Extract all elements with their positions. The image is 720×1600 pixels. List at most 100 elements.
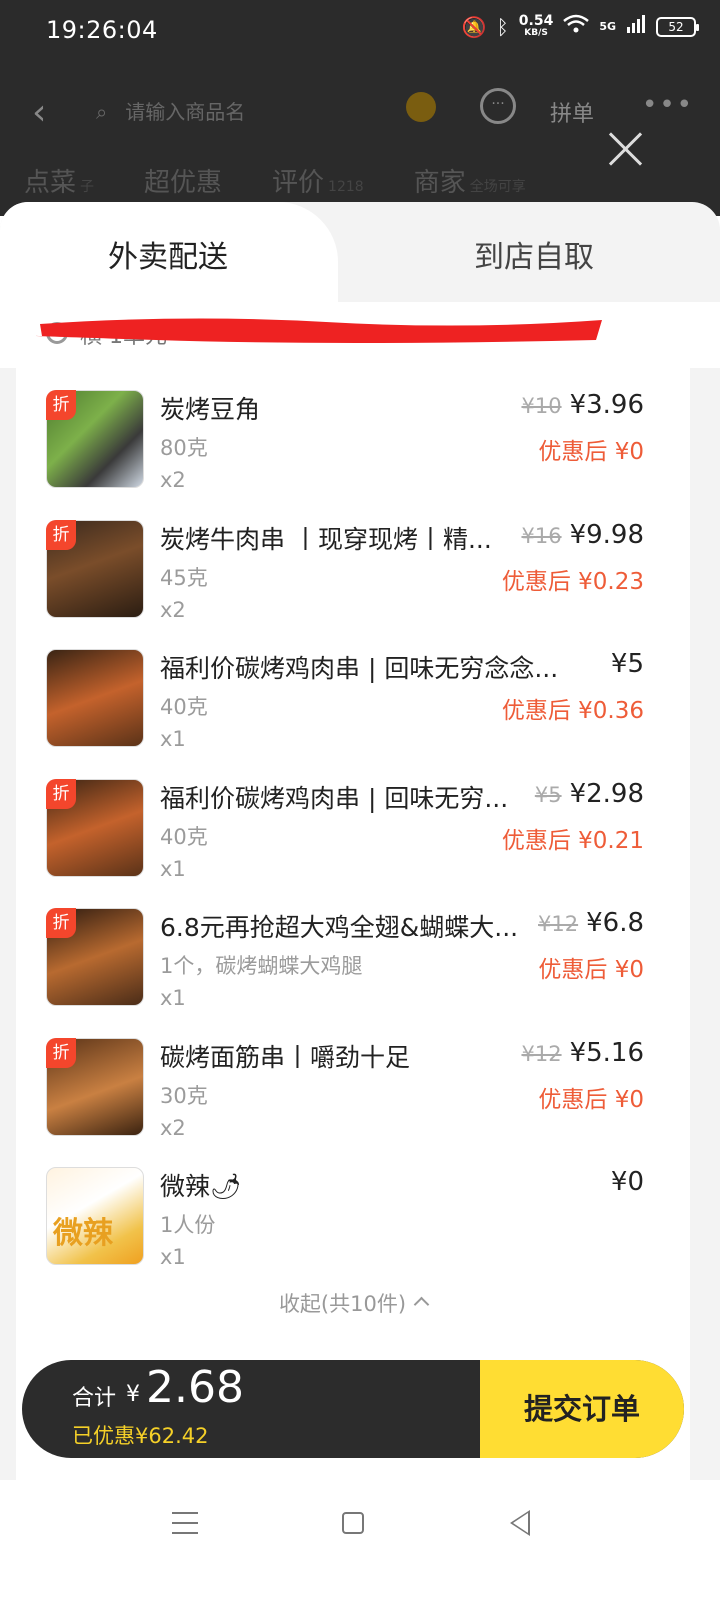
item-spec: 45克 [160, 565, 208, 590]
background-tabs: 点菜子 超优惠 评价 1218 商家 全场可享 [24, 162, 526, 199]
item-thumbnail: 微辣 [46, 1167, 144, 1265]
submit-order-button[interactable]: 提交订单 [480, 1360, 684, 1458]
list-item: 折 6.8元再抢超大鸡全翅&蝴蝶大... 1个，碳烤蝴蝶大鸡腿 x1 ¥12 ¥6… [16, 886, 690, 1016]
total-label: 合计 [72, 1386, 117, 1411]
item-prices: ¥12 ¥5.16 [521, 1038, 644, 1068]
discount-badge: 折 [46, 778, 76, 809]
item-spec: 30克 [160, 1083, 208, 1108]
bg-tab-merchant: 商家 全场可享 [413, 168, 526, 198]
delivery-tabs: 到店自取 外卖配送 [0, 202, 720, 312]
item-name: 炭烤牛肉串 丨现穿现烤丨精... [160, 524, 492, 554]
discount-badge: 折 [46, 1037, 76, 1068]
list-item: 折 碳烤面筋串丨嚼劲十足 30克 x2 ¥12 ¥5.16 优惠后 ¥0 [16, 1016, 690, 1146]
item-name: 6.8元再抢超大鸡全翅&蝴蝶大... [160, 913, 519, 942]
item-spec: 40克 [160, 824, 208, 849]
current-price: ¥5.16 [569, 1037, 644, 1068]
current-price: ¥3.96 [569, 390, 644, 420]
list-item: 折 福利价碳烤鸡肉串 | 回味无穷... 40克 x1 ¥5 ¥2.98 优惠后 … [16, 757, 690, 887]
network-type: 5G [599, 20, 616, 33]
current-price: ¥2.98 [569, 778, 644, 809]
item-qty: x1 [160, 986, 186, 1010]
list-item: 微辣 微辣🌶 1人份 x1 ¥0 [16, 1145, 690, 1275]
item-spec: 1个，碳烤蝴蝶大鸡腿 [160, 954, 363, 978]
after-discount-price: 优惠后 ¥0 [538, 439, 644, 465]
address-row[interactable]: 横 1单元 [0, 302, 720, 368]
item-name: 福利价碳烤鸡肉串 | 回味无穷念念... [160, 654, 559, 683]
discount-badge: 折 [46, 908, 76, 938]
list-item: 折 炭烤豆角 80克 x2 ¥10 ¥3.96 优惠后 ¥0 [16, 368, 690, 498]
original-price: ¥10 [521, 394, 562, 418]
item-qty: x1 [160, 1245, 186, 1269]
home-icon[interactable] [342, 1512, 364, 1534]
item-prices: ¥0 [611, 1167, 644, 1197]
saved-amount: 已优惠¥62.42 [72, 1424, 209, 1448]
item-qty: x2 [160, 1115, 186, 1140]
bg-tab-order: 点菜子 [24, 168, 95, 198]
item-name: 福利价碳烤鸡肉串 | 回味无穷... [160, 783, 509, 813]
search-icon: ⌕ [96, 100, 108, 124]
item-name: 碳烤面筋串丨嚼劲十足 [160, 1042, 411, 1072]
original-price: ¥12 [521, 1041, 562, 1066]
back-arrow-icon: ‹ [32, 92, 47, 133]
chevron-up-icon [413, 1296, 430, 1313]
total-amount: 2.68 [146, 1362, 244, 1413]
item-qty: x2 [160, 597, 186, 622]
original-price: ¥12 [538, 912, 579, 936]
item-prices: ¥10 ¥3.96 [521, 390, 644, 420]
discount-badge: 折 [46, 519, 76, 550]
after-discount-price: 优惠后 ¥0.36 [501, 698, 644, 724]
discount-badge: 折 [46, 390, 76, 420]
current-price: ¥0 [610, 1167, 644, 1197]
item-spec: 40克 [160, 695, 208, 719]
current-price: ¥9.98 [569, 519, 644, 550]
list-item: 折 炭烤牛肉串 丨现穿现烤丨精... 45克 x2 ¥16 ¥9.98 优惠后 ¥… [16, 498, 690, 628]
close-icon[interactable] [608, 130, 644, 166]
redaction-scribble [36, 318, 602, 343]
bluetooth-icon: ᛒ [496, 14, 509, 39]
status-icons: 🔕 ᛒ 0.54 KB/S 5G 52 [461, 12, 699, 39]
thumbnail-label: 微辣 [53, 1216, 113, 1251]
checkout-bar: 合计 ¥ 2.68 已优惠¥62.42 提交订单 [22, 1360, 684, 1458]
item-spec: 80克 [160, 436, 208, 460]
message-icon: ··· [480, 88, 516, 124]
favorite-icon [406, 92, 436, 122]
battery-icon: 52 [656, 16, 699, 37]
item-prices: ¥12 ¥6.8 [538, 908, 644, 938]
bg-tab-reviews: 评价 1218 [272, 168, 364, 198]
order-sheet: 到店自取 外卖配送 横 1单元 折 炭烤豆角 80克 x2 ¥10 ¥3.96 优… [0, 202, 720, 1600]
status-bar: 19:26:04 🔕 ᛒ 0.54 KB/S 5G 52 [0, 0, 720, 66]
after-discount-price: 优惠后 ¥0.23 [501, 568, 644, 595]
after-discount-price: 优惠后 ¥0 [538, 957, 644, 983]
current-price: ¥6.8 [586, 908, 644, 938]
net-speed: 0.54 KB/S [518, 12, 554, 38]
item-spec: 1人份 [160, 1213, 216, 1237]
group-order-label: 拼单 [550, 102, 595, 127]
original-price: ¥16 [521, 523, 562, 548]
bell-muted-icon: 🔕 [461, 14, 487, 39]
item-thumbnail [46, 649, 144, 747]
order-item-list: 折 炭烤豆角 80克 x2 ¥10 ¥3.96 优惠后 ¥0 折 炭烤牛肉串 丨现… [16, 368, 690, 1508]
wifi-icon [563, 14, 590, 39]
current-price: ¥5 [610, 649, 644, 679]
currency-symbol: ¥ [126, 1382, 140, 1407]
collapse-toggle[interactable]: 收起(共10件) [16, 1288, 690, 1318]
bg-tab-deals: 超优惠 [144, 168, 223, 198]
item-qty: x1 [160, 727, 186, 751]
after-discount-price: 优惠后 ¥0 [538, 1086, 644, 1113]
background-search: ⌕ 请输入商品名 [96, 100, 246, 124]
item-name: 微辣🌶 [160, 1172, 242, 1201]
item-prices: ¥5 [611, 649, 644, 679]
tab-delivery[interactable]: 外卖配送 [0, 202, 338, 312]
original-price: ¥5 [534, 782, 562, 807]
signal-icon [626, 14, 646, 39]
menu-icon[interactable] [172, 1512, 198, 1534]
more-icon: ••• [642, 90, 695, 120]
item-prices: ¥16 ¥9.98 [521, 520, 644, 550]
item-name: 炭烤豆角 [160, 395, 261, 424]
back-icon[interactable] [510, 1510, 530, 1536]
list-item: 福利价碳烤鸡肉串 | 回味无穷念念... 40克 x1 ¥5 优惠后 ¥0.36 [16, 627, 690, 757]
status-time: 19:26:04 [46, 16, 158, 44]
after-discount-price: 优惠后 ¥0.21 [501, 827, 644, 854]
item-prices: ¥5 ¥2.98 [535, 779, 644, 809]
system-nav-bar [0, 1480, 720, 1600]
